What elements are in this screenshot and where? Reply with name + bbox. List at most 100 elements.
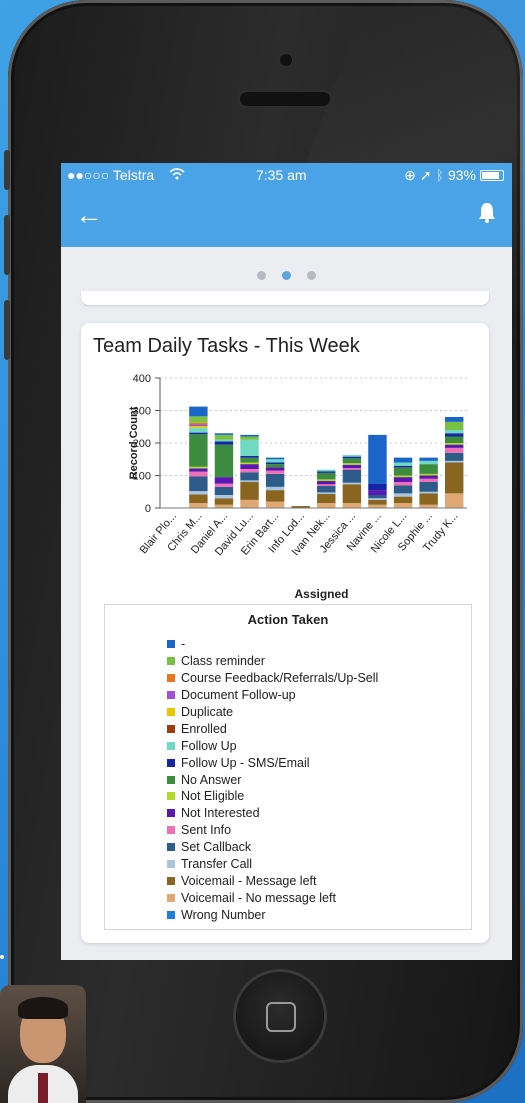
bar-segment[interactable] [419, 482, 438, 492]
bar-segment[interactable] [419, 475, 438, 479]
bar-segment[interactable] [214, 477, 234, 484]
bar-segment[interactable] [444, 444, 464, 448]
legend-item[interactable]: Wrong Number [167, 906, 378, 923]
bar-segment[interactable] [444, 433, 464, 437]
legend-item[interactable]: Follow Up - SMS/Email [167, 754, 378, 771]
bar-segment[interactable] [189, 476, 208, 492]
bar-segment[interactable] [368, 490, 387, 495]
dashboard-card[interactable]: Team Daily Tasks - This Week 0 100 200 300 4… [81, 323, 489, 943]
bar-segment[interactable] [189, 406, 208, 417]
bar-segment[interactable] [393, 485, 413, 494]
bar-segment[interactable] [317, 492, 336, 495]
bar-segment[interactable] [368, 495, 387, 499]
bar-segment[interactable] [317, 472, 336, 480]
bar-segment[interactable] [444, 417, 464, 422]
bar-segment[interactable] [444, 452, 464, 461]
bar-segment[interactable] [189, 471, 208, 477]
legend-item[interactable]: - [167, 636, 378, 653]
bell-icon[interactable] [478, 201, 496, 223]
bar-segment[interactable] [444, 436, 464, 444]
bar-segment[interactable] [317, 481, 336, 485]
bar-segment[interactable] [342, 458, 362, 464]
bar-segment[interactable] [240, 456, 259, 458]
legend-item[interactable]: Set Callback [167, 839, 378, 856]
legend-item[interactable]: Course Feedback/Referrals/Up-Sell [167, 670, 378, 687]
bar-segment[interactable] [342, 455, 362, 457]
bar-segment[interactable] [342, 482, 362, 485]
bar-segment[interactable] [393, 477, 413, 482]
bar-segment[interactable] [265, 462, 285, 465]
bar-segment[interactable] [393, 475, 413, 478]
page-dot-active[interactable] [282, 271, 291, 280]
bar-segment[interactable] [419, 493, 438, 505]
bar-segment[interactable] [317, 485, 336, 493]
bar-segment[interactable] [214, 439, 234, 442]
bar-segment[interactable] [240, 462, 259, 465]
legend-item[interactable]: Sent Info [167, 822, 378, 839]
legend-item[interactable]: Class reminder [167, 653, 378, 670]
bar-segment[interactable] [189, 426, 208, 428]
bar-segment[interactable] [214, 434, 234, 440]
bar-segment[interactable] [342, 468, 362, 470]
bar-segment[interactable] [240, 469, 259, 473]
bar-segment[interactable] [444, 443, 464, 445]
bar-segment[interactable] [393, 482, 413, 486]
bar-segment[interactable] [214, 444, 234, 478]
bar-segment[interactable] [317, 469, 336, 472]
bar-segment[interactable] [342, 464, 362, 469]
page-dot[interactable] [307, 271, 316, 280]
bar-segment[interactable] [342, 463, 362, 465]
legend-item[interactable]: Voicemail - Message left [167, 872, 378, 889]
legend-item[interactable]: Not Interested [167, 805, 378, 822]
page-dot[interactable] [257, 271, 266, 280]
bar-segment[interactable] [419, 460, 438, 465]
bar-segment[interactable] [393, 493, 413, 497]
legend-item[interactable]: Transfer Call [167, 856, 378, 873]
legend-item[interactable]: Duplicate [167, 704, 378, 721]
bar-segment[interactable] [189, 432, 208, 435]
bar-segment[interactable] [317, 484, 336, 486]
bar-segment[interactable] [189, 466, 208, 469]
bar-segment[interactable] [240, 499, 259, 508]
bar-segment[interactable] [368, 483, 387, 491]
bar-segment[interactable] [317, 494, 336, 504]
bar-segment[interactable] [189, 422, 208, 425]
bar-segment[interactable] [444, 460, 464, 463]
bar-segment[interactable] [265, 486, 285, 491]
bar-segment[interactable] [444, 430, 464, 434]
bar-segment[interactable] [214, 483, 234, 487]
bar-segment[interactable] [189, 434, 208, 467]
bar-segment[interactable] [240, 436, 259, 440]
bar-segment[interactable] [240, 480, 259, 482]
bar-segment[interactable] [189, 468, 208, 472]
bar-segment[interactable] [265, 464, 285, 468]
bar-segment[interactable] [240, 434, 259, 437]
bar-segment[interactable] [342, 456, 362, 459]
bar-segment[interactable] [368, 498, 387, 500]
bar-segment[interactable] [317, 471, 336, 473]
bar-segment[interactable] [265, 467, 285, 471]
bar-segment[interactable] [393, 467, 413, 476]
bar-segment[interactable] [444, 493, 464, 508]
legend-item[interactable]: Document Follow-up [167, 687, 378, 704]
bar-segment[interactable] [368, 499, 387, 505]
bar-segment[interactable] [214, 495, 234, 499]
arrow-left-icon[interactable]: ← [75, 199, 103, 231]
bar-segment[interactable] [317, 503, 336, 508]
legend-item[interactable]: Not Eligible [167, 788, 378, 805]
bar-segment[interactable] [419, 464, 438, 474]
bar-segment[interactable] [265, 501, 285, 509]
bar-segment[interactable] [214, 433, 234, 435]
bar-segment[interactable] [342, 469, 362, 483]
bar-segment[interactable] [419, 457, 438, 461]
bar-segment[interactable] [393, 462, 413, 466]
bar-segment[interactable] [189, 491, 208, 495]
legend-item[interactable]: Enrolled [167, 720, 378, 737]
bar-segment[interactable] [265, 490, 285, 502]
bar-segment[interactable] [214, 486, 234, 495]
bar-segment[interactable] [189, 424, 208, 427]
bar-segment[interactable] [419, 473, 438, 476]
bar-segment[interactable] [342, 484, 362, 504]
bar-segment[interactable] [419, 491, 438, 494]
bar-segment[interactable] [419, 478, 438, 482]
